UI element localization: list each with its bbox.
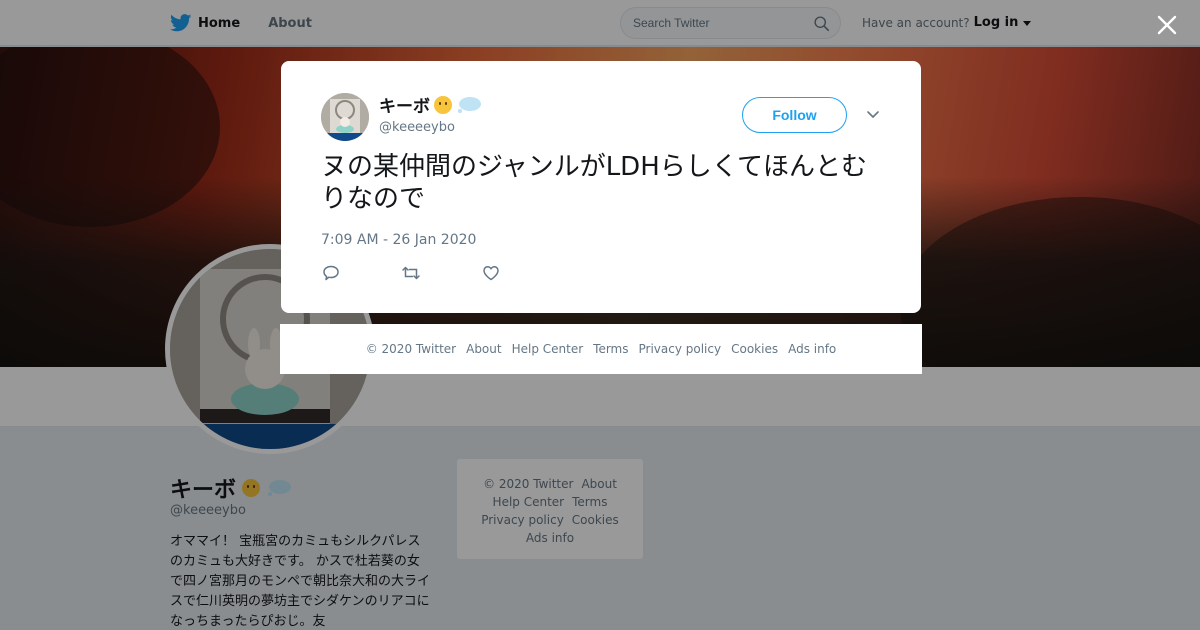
footer-help-link[interactable]: Help Center: [512, 342, 584, 356]
like-action[interactable]: [481, 263, 561, 283]
footer-ads-link[interactable]: Ads info: [788, 342, 836, 356]
face-emoji-icon: [434, 95, 452, 114]
tweet-author-handle[interactable]: @keeeeybo: [379, 120, 455, 135]
tweet-text: ヌの某仲間のジャンルがLDHらしくてほんとむりなので: [321, 152, 867, 214]
modal-footer: © 2020 Twitter About Help Center Terms P…: [280, 324, 922, 374]
chevron-down-icon[interactable]: [866, 110, 880, 120]
close-icon[interactable]: [1156, 14, 1178, 36]
footer-privacy-link[interactable]: Privacy policy: [639, 342, 722, 356]
footer-terms-link[interactable]: Terms: [593, 342, 628, 356]
tweet-author-name[interactable]: キーボ: [379, 92, 430, 117]
avatar-image: [321, 93, 369, 141]
tweet-modal: キーボ @keeeeybo Follow ヌの某仲間のジャンルがLDHらしくてほ…: [281, 61, 921, 313]
heart-icon[interactable]: [481, 263, 501, 283]
retweet-icon[interactable]: [401, 263, 421, 283]
thought-bubble-icon: [457, 96, 481, 113]
footer-cookies-link[interactable]: Cookies: [731, 342, 778, 356]
reply-icon[interactable]: [321, 263, 341, 283]
retweet-action[interactable]: [401, 263, 481, 283]
footer-copyright: © 2020 Twitter: [365, 342, 457, 356]
tweet-timestamp[interactable]: 7:09 AM - 26 Jan 2020: [321, 232, 476, 248]
tweet-author-avatar[interactable]: [321, 93, 369, 141]
reply-action[interactable]: [321, 263, 401, 283]
footer-about-link[interactable]: About: [466, 342, 501, 356]
follow-button[interactable]: Follow: [742, 97, 847, 133]
tweet-author-name-row: キーボ: [379, 92, 482, 117]
tweet-actions: [321, 263, 561, 283]
